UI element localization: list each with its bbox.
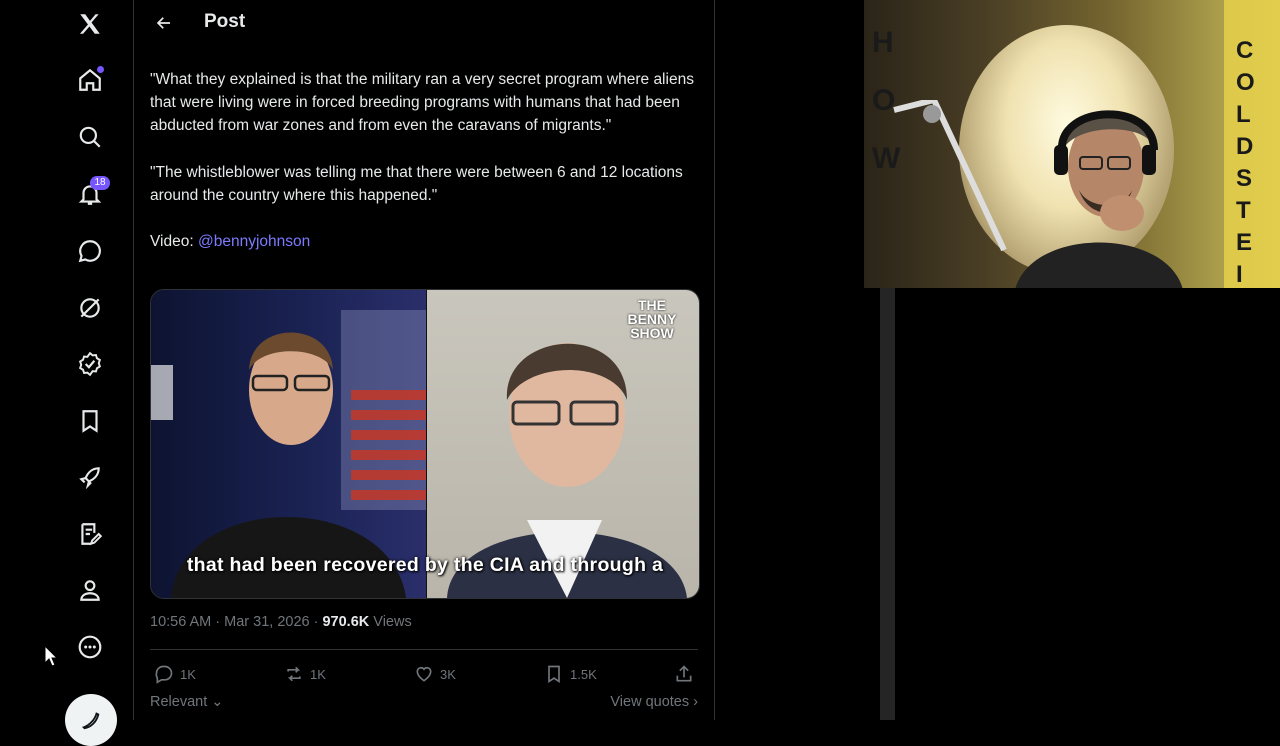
share-icon — [676, 665, 692, 682]
page-title: Post — [204, 11, 246, 32]
reply-sort-label: Relevant — [150, 694, 208, 710]
video-player[interactable]: THE BENNY SHOW that had been recovered b… — [150, 289, 700, 599]
post-paragraph-2: "The whistleblower was telling me that t… — [150, 163, 683, 204]
rocket-icon[interactable] — [66, 453, 114, 501]
left-navigation: 18 — [0, 0, 133, 746]
svg-text:I: I — [1236, 261, 1243, 288]
post-actions-bar: 1K 1K 3K 1.5K — [150, 660, 698, 688]
like-button[interactable]: 3K — [414, 660, 456, 688]
post-metadata: 10:56 AM · Mar 31, 2026 · 970.6K Views — [150, 614, 412, 630]
notifications-icon[interactable]: 18 — [66, 170, 114, 218]
home-icon[interactable] — [66, 56, 114, 104]
bookmark-icon[interactable] — [66, 397, 114, 445]
svg-text:D: D — [1236, 133, 1253, 160]
actions-top-divider — [150, 649, 698, 650]
streamer-image — [1015, 110, 1183, 288]
mouse-cursor-icon — [44, 645, 58, 667]
share-button[interactable] — [674, 660, 694, 688]
repost-button[interactable]: 1K — [284, 660, 326, 688]
repost-count: 1K — [310, 666, 326, 682]
profile-icon[interactable] — [66, 566, 114, 614]
post-header: Post — [134, 0, 714, 45]
bookmark-outline-icon — [548, 665, 560, 684]
home-unread-dot — [97, 66, 104, 73]
arrow-left-icon — [156, 17, 170, 29]
svg-text:O: O — [1236, 69, 1255, 96]
reply-icon — [155, 665, 173, 684]
svg-text:H: H — [872, 26, 894, 59]
search-icon[interactable] — [66, 113, 114, 161]
heart-icon — [416, 666, 432, 682]
notifications-badge: 18 — [90, 176, 110, 190]
back-button[interactable] — [148, 8, 180, 38]
webcam-lamp-arm — [893, 100, 1007, 252]
right-divider — [714, 0, 715, 720]
reply-count: 1K — [180, 666, 196, 682]
reply-sort-dropdown[interactable]: Relevant ⌄ — [150, 694, 223, 710]
feather-icon — [81, 712, 100, 730]
video-credit: Video: @bennyjohnson — [150, 230, 710, 253]
stream-divider-bar — [880, 288, 895, 720]
view-quotes-link[interactable]: View quotes › — [610, 694, 698, 710]
reply-button[interactable]: 1K — [154, 660, 196, 688]
svg-text:L: L — [1236, 101, 1251, 128]
grok-chat-icon[interactable] — [66, 227, 114, 275]
svg-text:E: E — [1236, 229, 1252, 256]
grok-icon[interactable] — [66, 284, 114, 332]
video-credit-label: Video: — [150, 233, 198, 251]
svg-text:S: S — [1236, 165, 1252, 192]
view-quotes-label: View quotes — [610, 694, 690, 710]
repost-icon — [287, 666, 301, 682]
like-count: 3K — [440, 666, 456, 682]
webcam-overlay: H O W C O L D S T E I — [864, 0, 1280, 288]
x-logo-icon[interactable] — [66, 0, 114, 48]
left-speaker-image — [151, 310, 426, 598]
more-icon[interactable] — [66, 623, 114, 671]
bookmark-count: 1.5K — [570, 666, 597, 682]
post-timestamp[interactable]: 10:56 AM · Mar 31, 2026 · — [150, 614, 322, 630]
articles-icon[interactable] — [66, 510, 114, 558]
views-count: 970.6K — [322, 614, 370, 630]
benny-show-logo: THE BENNY SHOW — [627, 297, 677, 341]
bookmark-button[interactable]: 1.5K — [544, 660, 597, 688]
mention-link[interactable]: @bennyjohnson — [198, 233, 310, 250]
post-column: Post "What they explained is that the mi… — [134, 0, 714, 720]
verified-icon[interactable] — [66, 340, 114, 388]
compose-post-button[interactable] — [65, 694, 117, 746]
video-left-panel — [151, 290, 426, 598]
chevron-right-icon: › — [693, 694, 698, 710]
svg-text:T: T — [1236, 197, 1251, 224]
chevron-down-icon: ⌄ — [211, 694, 224, 710]
views-label: Views — [369, 614, 412, 630]
svg-text:C: C — [1236, 37, 1253, 64]
webcam-sign-right: C O L D S T E I — [1224, 0, 1280, 288]
post-text: "What they explained is that the militar… — [150, 68, 710, 276]
video-caption: that had been recovered by the CIA and t… — [186, 554, 664, 576]
post-paragraph-1: "What they explained is that the militar… — [150, 71, 694, 135]
